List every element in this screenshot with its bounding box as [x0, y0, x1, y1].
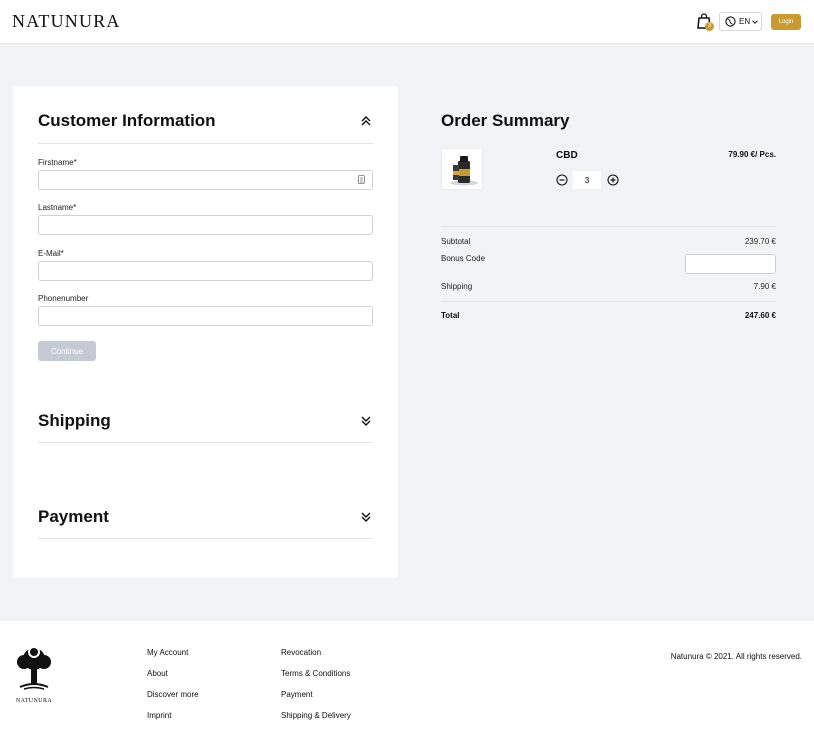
language-selector[interactable]: EN — [719, 12, 762, 31]
quantity-input[interactable] — [573, 171, 601, 189]
total-value: 247.60 € — [744, 311, 776, 320]
summary-divider — [441, 301, 776, 302]
continue-button[interactable]: Continue — [38, 341, 96, 361]
footer-link-discover-more[interactable]: Discover more — [147, 690, 199, 699]
footer-link-imprint[interactable]: Imprint — [147, 711, 171, 720]
language-label: EN — [739, 17, 751, 26]
footer-logo-text: NATUNURA — [15, 698, 53, 704]
lastname-input[interactable] — [38, 215, 373, 235]
checkout-form-card: Customer Information Firstname* Lastname… — [13, 86, 398, 578]
product-price: 79.90 €/ Pcs. — [728, 150, 776, 159]
shipping-cost-label: Shipping — [441, 282, 473, 291]
footer: NATUNURA My Account About Discover more … — [0, 621, 814, 756]
double-chevron-down-icon[interactable] — [360, 415, 372, 427]
double-chevron-down-icon[interactable] — [360, 511, 372, 523]
header: NATUNURA 3 EN Login — [0, 0, 814, 44]
section-divider — [38, 442, 373, 443]
brand-logo[interactable]: NATUNURA — [12, 11, 121, 32]
double-chevron-up-icon[interactable] — [360, 115, 372, 127]
cart-count-badge: 3 — [705, 22, 714, 31]
product-bottle-image — [450, 156, 478, 186]
footer-link-payment[interactable]: Payment — [281, 690, 313, 699]
shipping-title[interactable]: Shipping — [38, 411, 111, 431]
lastname-label: Lastname* — [38, 203, 77, 212]
customer-info-title: Customer Information — [38, 111, 216, 130]
firstname-input[interactable] — [38, 170, 373, 190]
email-label: E-Mail* — [38, 249, 64, 258]
payment-title[interactable]: Payment — [38, 507, 109, 527]
section-divider — [38, 538, 373, 539]
globe-icon — [725, 16, 736, 27]
bonus-code-input[interactable] — [685, 254, 776, 274]
product-name: CBD — [556, 150, 578, 161]
login-button[interactable]: Login — [771, 14, 801, 30]
minus-circle-icon[interactable] — [556, 174, 568, 186]
section-divider — [38, 143, 373, 144]
firstname-label: Firstname* — [38, 158, 77, 167]
summary-divider — [441, 226, 776, 227]
subtotal-label: Subtotal — [441, 237, 471, 246]
checkout-main: Customer Information Firstname* Lastname… — [0, 44, 814, 621]
phonenumber-label: Phonenumber — [38, 294, 89, 303]
plus-circle-icon[interactable] — [607, 174, 619, 186]
shipping-cost-value: 7.90 € — [753, 282, 776, 291]
subtotal-value: 239.70 € — [744, 237, 776, 246]
email-input[interactable] — [38, 261, 373, 281]
total-label: Total — [441, 311, 460, 320]
chevron-down-icon — [752, 19, 758, 24]
phonenumber-input[interactable] — [38, 306, 373, 326]
bonus-code-label: Bonus Code — [441, 254, 486, 263]
order-summary-title: Order Summary — [441, 111, 570, 130]
footer-link-about[interactable]: About — [147, 669, 168, 678]
footer-link-my-account[interactable]: My Account — [147, 648, 188, 657]
footer-link-revocation[interactable]: Revocation — [281, 648, 321, 657]
footer-link-shipping-delivery[interactable]: Shipping & Delivery — [281, 711, 351, 720]
product-image — [441, 148, 483, 190]
tree-logo-icon — [17, 646, 51, 690]
footer-logo[interactable]: NATUNURA — [12, 645, 56, 704]
copyright-text: Natunura © 2021. All rights reserved. — [670, 652, 802, 661]
contact-card-icon — [358, 175, 365, 184]
footer-link-terms[interactable]: Terms & Conditions — [281, 669, 350, 678]
cart-button[interactable]: 3 — [697, 13, 715, 33]
